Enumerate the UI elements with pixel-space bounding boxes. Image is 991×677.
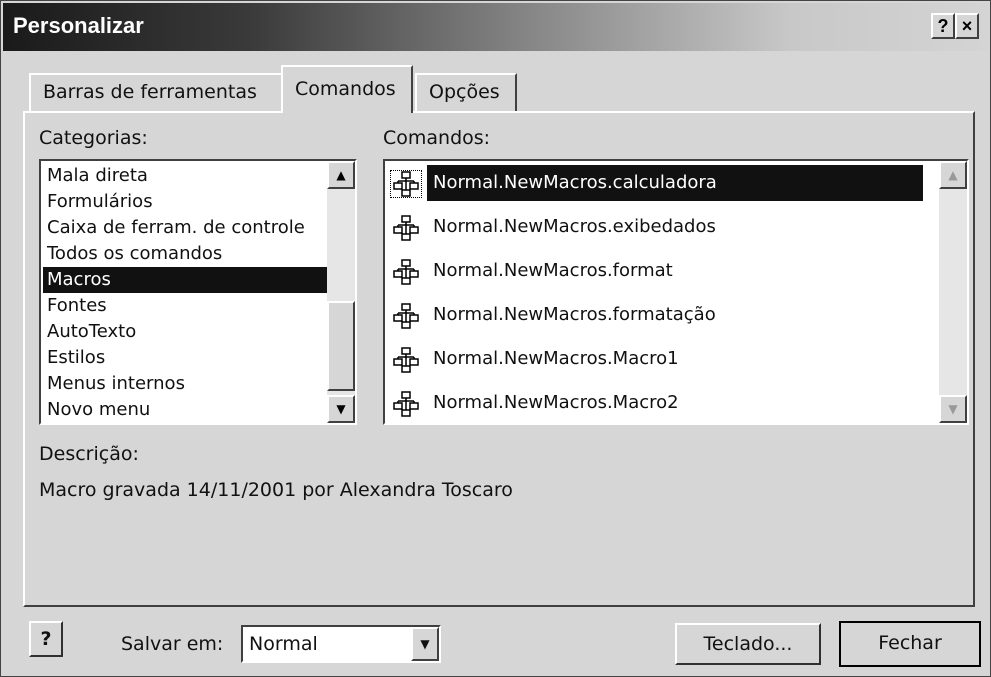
scroll-down-arrow-icon[interactable]: ▼	[327, 395, 355, 423]
window-title: Personalizar	[13, 13, 144, 38]
category-item[interactable]: AutoTexto	[43, 319, 333, 345]
command-label: Normal.NewMacros.Macro1	[433, 348, 679, 369]
comandos-label: Comandos:	[383, 127, 491, 149]
category-item[interactable]: Formulários	[43, 189, 333, 215]
command-item[interactable]: Normal.NewMacros.Macro2	[389, 385, 929, 421]
category-item[interactable]: Todos os comandos	[43, 241, 333, 267]
category-item-selected[interactable]: Macros	[43, 267, 333, 293]
macro-tree-icon	[393, 215, 419, 241]
command-label: Normal.NewMacros.format	[433, 260, 673, 281]
descricao-text: Macro gravada 14/11/2001 por Alexandra T…	[39, 479, 513, 501]
category-item[interactable]: Caixa de ferram. de controle	[43, 215, 333, 241]
tab-opcoes[interactable]: Opções	[415, 73, 517, 111]
category-item[interactable]: Estilos	[43, 345, 333, 371]
comandos-panel: Categorias: Comandos: Mala direta Formul…	[23, 111, 975, 607]
scroll-thumb[interactable]	[327, 301, 355, 391]
help-question-button[interactable]: ?	[29, 621, 63, 657]
salvar-em-dropdown[interactable]: Normal ▼	[241, 625, 441, 663]
macro-tree-icon	[390, 170, 422, 198]
descricao-label: Descrição:	[39, 443, 139, 465]
comandos-listbox[interactable]: Normal.NewMacros.calculadora Normal.NewM…	[383, 159, 969, 425]
categorias-listbox[interactable]: Mala direta Formulários Caixa de ferram.…	[39, 159, 357, 425]
categorias-scrollbar[interactable]: ▲ ▼	[327, 161, 355, 423]
category-item[interactable]: Menus internos	[43, 371, 333, 397]
macro-tree-icon	[393, 303, 419, 329]
category-item[interactable]: Mala direta	[43, 163, 333, 189]
command-label: Normal.NewMacros.formatação	[433, 304, 716, 325]
macro-tree-icon	[393, 391, 419, 417]
command-item[interactable]: Normal.NewMacros.exibedados	[389, 209, 929, 245]
macro-tree-icon	[393, 347, 419, 373]
category-item[interactable]: Novo menu	[43, 397, 333, 423]
categorias-label: Categorias:	[39, 127, 148, 149]
macro-tree-icon	[393, 259, 419, 285]
close-button[interactable]: ×	[955, 13, 979, 39]
chevron-down-icon[interactable]: ▼	[411, 627, 439, 661]
scroll-down-arrow-icon[interactable]: ▼	[939, 395, 967, 423]
salvar-em-value: Normal	[249, 633, 318, 655]
tab-barras-de-ferramentas[interactable]: Barras de ferramentas	[29, 73, 283, 111]
command-label: Normal.NewMacros.exibedados	[433, 216, 716, 237]
comandos-scrollbar[interactable]: ▲ ▼	[939, 161, 967, 423]
command-item[interactable]: Normal.NewMacros.formatação	[389, 297, 929, 333]
scroll-up-arrow-icon[interactable]: ▲	[939, 161, 967, 189]
command-label: Normal.NewMacros.calculadora	[427, 165, 923, 201]
title-help-button[interactable]: ?	[931, 13, 955, 39]
command-item-selected[interactable]: Normal.NewMacros.calculadora	[389, 165, 929, 201]
command-item[interactable]: Normal.NewMacros.Macro1	[389, 341, 929, 377]
tab-comandos[interactable]: Comandos	[281, 65, 413, 113]
category-item[interactable]: Fontes	[43, 293, 333, 319]
teclado-button[interactable]: Teclado...	[675, 623, 821, 665]
command-item[interactable]: Normal.NewMacros.format	[389, 253, 929, 289]
customize-dialog: Personalizar ? × Barras de ferramentas C…	[0, 0, 991, 677]
scroll-up-arrow-icon[interactable]: ▲	[327, 161, 355, 189]
title-bar: Personalizar ? ×	[3, 3, 988, 51]
fechar-button[interactable]: Fechar	[839, 621, 981, 667]
command-label: Normal.NewMacros.Macro2	[433, 392, 679, 413]
salvar-em-label: Salvar em:	[121, 633, 224, 655]
